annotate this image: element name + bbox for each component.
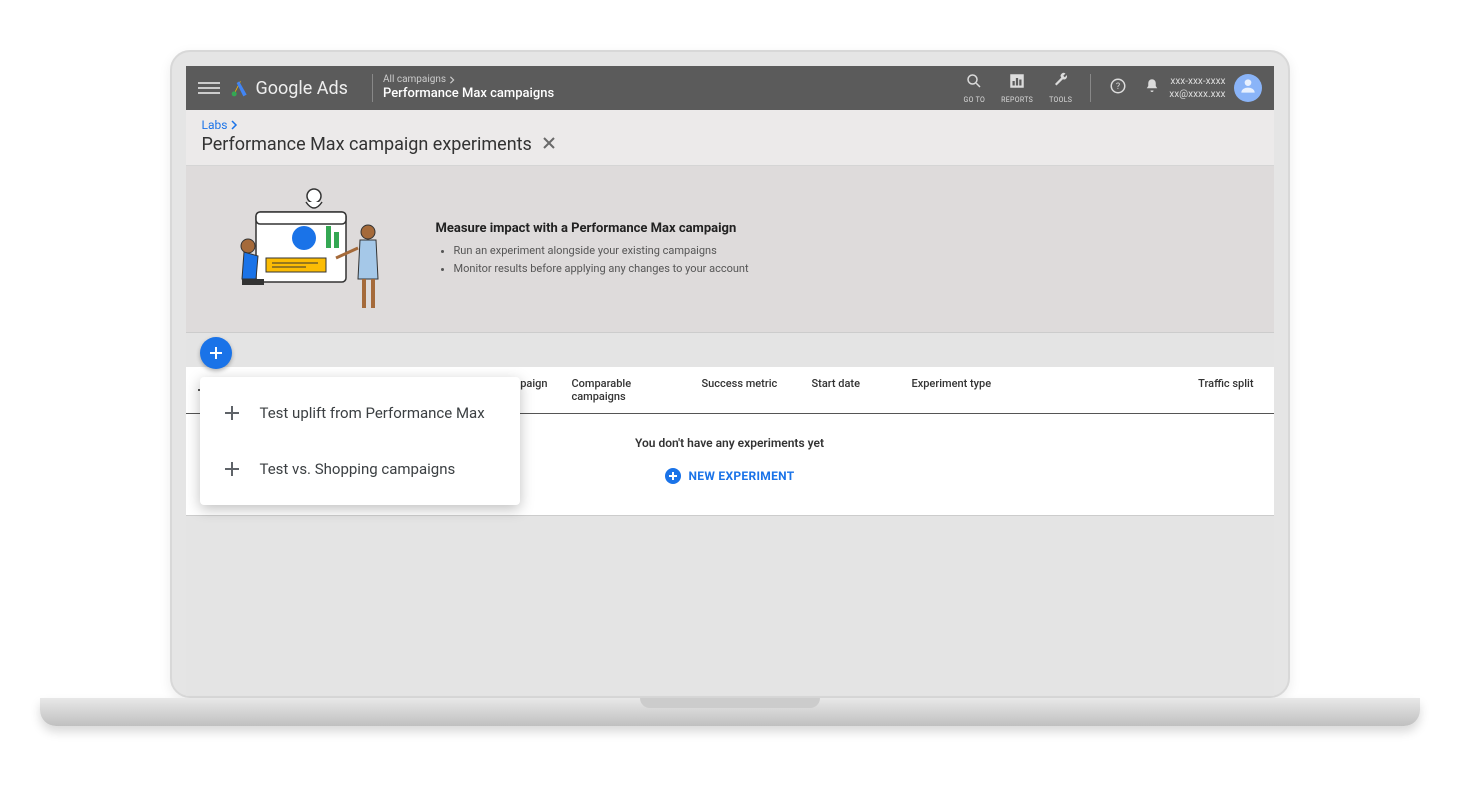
add-menu: Test uplift from Performance Max Test vs… <box>200 377 520 505</box>
top-bar: Google Ads All campaigns Performance Max… <box>186 66 1274 110</box>
info-bullet: Monitor results before applying any chan… <box>454 260 749 278</box>
goto-button[interactable]: GO TO <box>964 72 986 104</box>
notifications-button[interactable] <box>1143 77 1161 99</box>
col-traffic-split[interactable]: Traffic split <box>1050 367 1274 413</box>
close-button[interactable] <box>542 135 556 154</box>
wrench-icon <box>1052 72 1070 94</box>
menu-item-test-uplift[interactable]: Test uplift from Performance Max <box>200 385 520 441</box>
laptop-frame: Google Ads All campaigns Performance Max… <box>170 50 1290 726</box>
reports-button[interactable]: REPORTS <box>1001 72 1033 104</box>
svg-text:?: ? <box>1116 82 1120 92</box>
google-ads-logo[interactable]: Google Ads <box>230 78 348 99</box>
laptop-base <box>40 698 1420 726</box>
chevron-right-icon <box>229 120 239 130</box>
plus-icon <box>208 345 224 361</box>
product-name: Google Ads <box>256 78 348 99</box>
labs-link[interactable]: Labs <box>202 118 1258 132</box>
page-title: Performance Max campaign experiments <box>202 134 532 155</box>
tools-button[interactable]: TOOLS <box>1049 72 1072 104</box>
col-start-date[interactable]: Start date <box>800 367 900 413</box>
page-header: Labs Performance Max campaign experiment… <box>186 110 1274 166</box>
breadcrumb-bottom: Performance Max campaigns <box>383 86 554 102</box>
account-info[interactable]: xxx-xxx-xxxx xx@xxxx.xxx <box>1169 75 1225 101</box>
bar-chart-icon <box>1008 72 1026 94</box>
plus-icon <box>222 459 242 479</box>
new-experiment-button[interactable]: NEW EXPERIMENT <box>665 468 795 484</box>
col-experiment-type[interactable]: Experiment type <box>900 367 1050 413</box>
hamburger-menu-icon[interactable] <box>198 82 220 94</box>
menu-item-label: Test uplift from Performance Max <box>260 404 485 422</box>
help-button[interactable]: ? <box>1109 77 1127 99</box>
new-experiment-label: NEW EXPERIMENT <box>689 469 795 483</box>
illustration <box>226 184 396 314</box>
laptop-body: Google Ads All campaigns Performance Max… <box>170 50 1290 698</box>
info-heading: Measure impact with a Performance Max ca… <box>436 221 749 236</box>
breadcrumb[interactable]: All campaigns Performance Max campaigns <box>383 74 554 102</box>
laptop-notch <box>640 698 820 708</box>
close-icon <box>542 136 556 150</box>
plus-circle-icon <box>665 468 681 484</box>
empty-space <box>186 516 1274 666</box>
divider <box>1090 74 1091 102</box>
ads-logo-icon <box>230 78 250 98</box>
account-id: xxx-xxx-xxxx <box>1169 75 1225 88</box>
menu-item-test-vs-shopping[interactable]: Test vs. Shopping campaigns <box>200 441 520 497</box>
search-icon <box>965 72 983 94</box>
screen: Google Ads All campaigns Performance Max… <box>186 66 1274 696</box>
avatar[interactable] <box>1234 74 1262 102</box>
help-icon: ? <box>1109 77 1127 99</box>
col-comparable[interactable]: Comparable campaigns <box>560 367 690 413</box>
info-text: Measure impact with a Performance Max ca… <box>436 221 749 277</box>
col-success-metric[interactable]: Success metric <box>690 367 800 413</box>
info-bullet: Run an experiment alongside your existin… <box>454 242 749 260</box>
add-fab-button[interactable] <box>200 337 232 369</box>
plus-icon <box>222 403 242 423</box>
person-icon <box>1238 76 1258 100</box>
fab-zone: Test uplift from Performance Max Test vs… <box>186 333 1274 367</box>
breadcrumb-top: All campaigns <box>383 74 554 86</box>
bell-icon <box>1143 77 1161 99</box>
divider <box>372 74 373 102</box>
menu-item-label: Test vs. Shopping campaigns <box>260 460 456 478</box>
account-email: xx@xxxx.xxx <box>1169 88 1225 101</box>
info-panel: Measure impact with a Performance Max ca… <box>186 166 1274 333</box>
